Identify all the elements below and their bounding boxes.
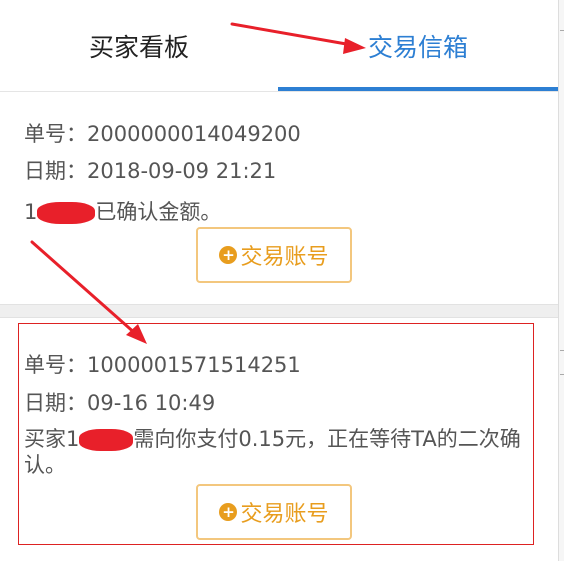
tab-trade-mailbox-label: 交易信箱 [367,33,468,62]
date-row: 日期：2018-09-09 21:21 [24,155,276,185]
order-number-value: 2000000014049200 [87,122,301,146]
trade-account-button[interactable]: + 交易账号 [196,227,352,283]
scroll-edge [558,0,564,561]
message-card: 单号：2000000014049200 日期：2018-09-09 21:21 … [0,92,558,304]
tab-buyer-board[interactable]: 买家看板 [0,0,278,92]
tab-bar: 买家看板 交易信箱 [0,0,558,92]
card-separator [0,304,558,318]
date-label: 日期： [24,159,87,183]
order-number-label: 单号： [24,122,87,146]
plus-circle-icon: + [219,246,238,264]
tab-buyer-board-label: 买家看板 [88,33,189,62]
order-number-row: 单号：2000000014049200 [24,118,301,148]
edge-tick [560,30,564,31]
edge-tick [560,350,564,351]
trade-account-button-label: 交易账号 [240,245,329,270]
tab-trade-mailbox[interactable]: 交易信箱 [278,0,558,92]
annotation-highlight-box [18,323,534,545]
date-value: 2018-09-09 21:21 [87,159,277,183]
redaction-mark [37,202,96,224]
message-prefix: 1 [24,200,38,224]
message-text: 1 已确认金额。 [24,196,221,226]
edge-tick [560,374,564,375]
message-suffix: 已确认金额。 [95,200,222,224]
